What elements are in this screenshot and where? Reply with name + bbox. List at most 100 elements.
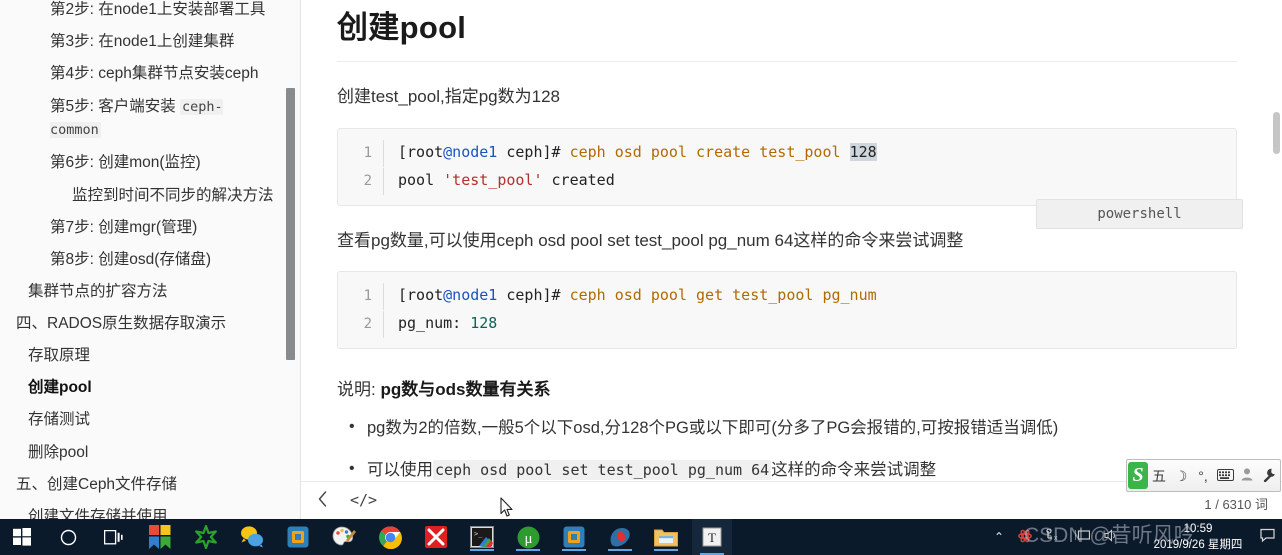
line-number: 2 <box>338 311 384 338</box>
code-token-prompt-end: ceph]# <box>497 286 570 304</box>
inline-code: ceph osd pool set test_pool pg_num 64 <box>433 459 772 480</box>
code-token-host: @node1 <box>443 142 498 161</box>
outline-item-time-sync[interactable]: 监控到时间不同步的解决方法 <box>0 180 286 212</box>
code-line: 1 [root@node1 ceph]# ceph osd pool get t… <box>338 282 1236 310</box>
tray-expand-chevron-icon[interactable]: ⌃ <box>994 530 1004 544</box>
vmware-app-icon[interactable] <box>278 523 318 551</box>
code-token-prompt-end: ceph]# <box>497 142 570 161</box>
xmind-app-icon[interactable] <box>416 523 456 551</box>
document-content[interactable]: 创建pool 创建test_pool,指定pg数为128 1 [root@nod… <box>301 0 1282 481</box>
outline-item-create-fs[interactable]: 创建文件存储并使用 <box>0 501 286 519</box>
wrench-icon[interactable] <box>1259 468 1279 484</box>
clock-time: 10:59 <box>1183 523 1213 535</box>
code-line-text: pool 'test_pool' created <box>384 167 615 194</box>
svg-text:μ: μ <box>524 531 532 547</box>
outline-item-step7[interactable]: 第7步: 创建mgr(管理) <box>0 212 286 244</box>
sidebar-scrollbar-thumb[interactable] <box>286 88 295 360</box>
code-token-selected-number: 128 <box>849 142 877 161</box>
windows-taskbar: >_ μ T ⌃ x 10:59 2019/9/26 星期四 <box>0 519 1282 555</box>
code-token-prompt: [root <box>398 286 444 304</box>
keyboard-icon[interactable] <box>1215 468 1235 483</box>
ime-mode-wubi[interactable]: 五 <box>1149 469 1169 483</box>
code-language-badge[interactable]: powershell <box>1036 199 1243 229</box>
code-token-key: pg_num: <box>398 314 471 332</box>
running-indicator <box>470 549 494 551</box>
code-block-get-pgnum[interactable]: 1 [root@node1 ceph]# ceph osd pool get t… <box>337 271 1237 349</box>
outline-sidebar: 第2步: 在node1上安装部署工具 第3步: 在node1上创建集群 第4步:… <box>0 0 301 519</box>
outline-item-label-prefix: 第5步: 客户端安装 <box>50 98 181 116</box>
sogou-ime-toolbar[interactable]: S 五 ☽ °, <box>1126 459 1281 492</box>
outline-item-label: 创建文件存储并使用 <box>28 507 168 519</box>
typora-app-icon[interactable]: T <box>692 519 732 555</box>
running-indicator <box>516 549 540 551</box>
markdown-body: 创建pool 创建test_pool,指定pg数为128 1 [root@nod… <box>337 0 1237 481</box>
outline-item-label: 集群节点的扩容方法 <box>28 282 168 300</box>
outline-item-label: 创建pool <box>28 379 92 397</box>
utorrent-app-icon[interactable]: μ <box>508 523 548 551</box>
list-item-prefix: 可以使用 <box>367 460 433 479</box>
outline-item-label: 存取原理 <box>28 347 91 365</box>
typora-window: 第2步: 在node1上安装部署工具 第3步: 在node1上创建集群 第4步:… <box>0 0 1282 519</box>
blue-o-app-icon[interactable] <box>600 523 640 551</box>
outline-item-delete-pool[interactable]: 删除pool <box>0 437 286 469</box>
file-explorer-icon[interactable] <box>646 523 686 551</box>
outline-item-ceph-fs[interactable]: 五、创建Ceph文件存储 <box>0 469 286 501</box>
outline-item-create-pool[interactable]: 创建pool <box>0 372 286 404</box>
outline-item-label: 第8步: 创建osd(存储盘) <box>50 250 212 268</box>
vmware-workstation-app-icon[interactable] <box>554 523 594 551</box>
outline-list: 第2步: 在node1上安装部署工具 第3步: 在node1上创建集群 第4步:… <box>0 0 286 519</box>
word-count-label[interactable]: 1 / 6310 词 <box>1204 494 1268 513</box>
outline-item-cluster-expand[interactable]: 集群节点的扩容方法 <box>0 276 286 308</box>
code-line-text: [root@node1 ceph]# ceph osd pool create … <box>384 139 877 166</box>
outline-item-label: 第7步: 创建mgr(管理) <box>50 218 198 236</box>
taskbar-clock[interactable]: 10:59 2019/9/26 星期四 <box>1138 521 1258 553</box>
xshell-app-icon[interactable]: >_ <box>462 523 502 551</box>
line-number: 2 <box>338 167 384 195</box>
outline-item-step2[interactable]: 第2步: 在node1上安装部署工具 <box>0 0 286 26</box>
source-code-icon[interactable]: </> <box>350 491 377 509</box>
content-scrollbar-thumb[interactable] <box>1273 112 1280 154</box>
tray-network-disabled-icon[interactable]: x <box>1046 528 1061 545</box>
moon-icon[interactable]: ☽ <box>1171 469 1191 483</box>
outline-item-step5[interactable]: 第5步: 客户端安装 ceph-common <box>0 90 270 147</box>
line-number: 1 <box>338 283 384 310</box>
search-button[interactable] <box>48 523 88 551</box>
outline-item-step6[interactable]: 第6步: 创建mon(监控) <box>0 147 286 179</box>
note-prefix: 说明: <box>337 380 381 399</box>
code-line-text: [root@node1 ceph]# ceph osd pool get tes… <box>384 282 877 309</box>
outline-item-label: 四、RADOS原生数据存取演示 <box>16 315 227 333</box>
user-icon[interactable] <box>1237 468 1257 483</box>
start-button[interactable] <box>2 523 42 551</box>
notification-center-icon[interactable] <box>1260 528 1278 546</box>
code-line: 2 pool 'test_pool' created <box>338 167 1236 195</box>
code-token-word2: created <box>542 170 615 189</box>
outline-item-step8[interactable]: 第8步: 创建osd(存储盘) <box>0 244 286 276</box>
bullet-list: pg数为2的倍数,一般5个以下osd,分128个PG或以下即可(分多了PG会报错… <box>337 415 1237 481</box>
sidebar-scrollbar-track[interactable] <box>286 0 296 519</box>
outline-item-label: 删除pool <box>28 443 89 461</box>
tray-display-icon[interactable] <box>1074 529 1091 545</box>
punctuation-icon[interactable]: °, <box>1193 469 1213 483</box>
running-indicator <box>608 549 632 551</box>
code-token-prompt: [root <box>398 142 444 161</box>
task-view-button[interactable] <box>93 523 133 551</box>
chrome-app-icon[interactable] <box>370 523 410 551</box>
outline-item-label: 第6步: 创建mon(监控) <box>50 154 201 172</box>
outline-item-rados[interactable]: 四、RADOS原生数据存取演示 <box>0 308 286 340</box>
outline-item-label: 五、创建Ceph文件存储 <box>16 475 178 493</box>
outline-item-storage-test[interactable]: 存储测试 <box>0 404 286 436</box>
green-star-app-icon[interactable] <box>186 523 226 551</box>
code-block-create-pool[interactable]: 1 [root@node1 ceph]# ceph osd pool creat… <box>337 127 1237 206</box>
sogou-logo-icon[interactable]: S <box>1128 462 1148 489</box>
tray-app-icon-red[interactable] <box>1018 529 1032 546</box>
qq-app-icon[interactable] <box>232 523 272 551</box>
paint-app-icon[interactable] <box>324 523 364 551</box>
outline-item-step4[interactable]: 第4步: ceph集群节点安装ceph <box>0 58 286 90</box>
list-item: pg数为2的倍数,一般5个以下osd,分128个PG或以下即可(分多了PG会报错… <box>349 415 1237 441</box>
office-app-icon[interactable] <box>140 523 180 551</box>
chevron-left-icon[interactable] <box>318 491 327 513</box>
tray-volume-icon[interactable] <box>1104 529 1119 545</box>
outline-item-step3[interactable]: 第3步: 在node1上创建集群 <box>0 26 286 58</box>
outline-item-storage-principle[interactable]: 存取原理 <box>0 340 286 372</box>
clock-date: 2019/9/26 星期四 <box>1153 539 1243 551</box>
